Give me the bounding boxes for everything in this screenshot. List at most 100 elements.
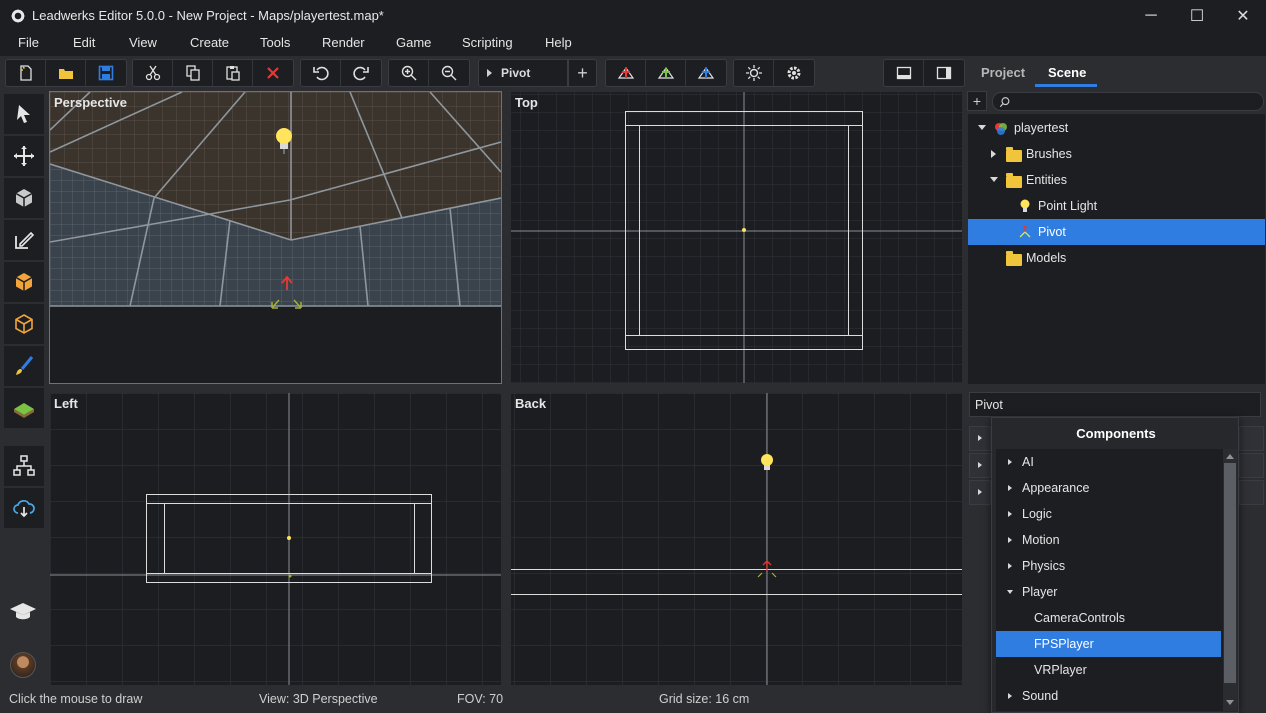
- copy-button[interactable]: [173, 60, 213, 86]
- scrollbar-thumb[interactable]: [1224, 463, 1236, 683]
- minimize-button[interactable]: ─: [1128, 0, 1174, 31]
- layout-side-button[interactable]: [924, 60, 964, 86]
- menu-tools[interactable]: Tools: [260, 35, 290, 50]
- chevron-down-icon[interactable]: [978, 125, 986, 130]
- left-viewport[interactable]: Left: [50, 393, 501, 685]
- tree-item-pivot[interactable]: Pivot: [968, 219, 1265, 245]
- axis-z-button[interactable]: [686, 60, 726, 86]
- maximize-button[interactable]: ☐: [1174, 0, 1220, 31]
- terrain-tool-button[interactable]: [4, 388, 44, 428]
- menu-help[interactable]: Help: [545, 35, 572, 50]
- tree-item-brushes[interactable]: Brushes: [968, 141, 1265, 167]
- component-expand-button[interactable]: [969, 480, 991, 505]
- delete-button[interactable]: [253, 60, 293, 86]
- tab-project[interactable]: Project: [981, 65, 1025, 80]
- viewport-label-top: Top: [515, 95, 538, 110]
- component-options-button[interactable]: [1239, 453, 1264, 478]
- move-tool-button[interactable]: [4, 136, 44, 176]
- component-label: Motion: [1022, 533, 1060, 547]
- tab-scene[interactable]: Scene: [1048, 65, 1086, 80]
- object-type-select[interactable]: Pivot: [478, 59, 568, 87]
- select-tool-button[interactable]: [4, 94, 44, 134]
- zoom-out-button[interactable]: [429, 60, 469, 86]
- learn-button[interactable]: [8, 600, 38, 624]
- component-fps-player[interactable]: FPSPlayer: [996, 631, 1221, 657]
- menu-scripting[interactable]: Scripting: [462, 35, 513, 50]
- scroll-down-icon[interactable]: [1224, 698, 1236, 708]
- menu-edit[interactable]: Edit: [73, 35, 95, 50]
- component-category-ai[interactable]: AI: [996, 449, 1221, 475]
- wire-box-tool-button[interactable]: [4, 304, 44, 344]
- component-category-sound[interactable]: Sound: [996, 683, 1221, 709]
- tree-item-models[interactable]: Models: [968, 245, 1265, 271]
- cut-button[interactable]: [133, 60, 173, 86]
- window-title: Leadwerks Editor 5.0.0 - New Project - M…: [32, 8, 384, 23]
- save-button[interactable]: [86, 60, 126, 86]
- redo-button[interactable]: [341, 60, 381, 86]
- cursor-arrow-icon: [17, 105, 30, 123]
- environment-button[interactable]: [734, 60, 774, 86]
- menu-view[interactable]: View: [129, 35, 157, 50]
- brush-box-tool-button[interactable]: [4, 262, 44, 302]
- light-marker[interactable]: [742, 228, 746, 232]
- paste-button[interactable]: [213, 60, 253, 86]
- tree-item-point-light[interactable]: Point Light: [968, 193, 1265, 219]
- folder-icon: [1006, 173, 1022, 188]
- chevron-down-icon[interactable]: [990, 177, 998, 182]
- paint-tool-button[interactable]: [4, 346, 44, 386]
- object-type-label: Pivot: [501, 66, 531, 80]
- entity-name-field[interactable]: Pivot: [969, 392, 1261, 417]
- scene-add-button[interactable]: +: [967, 91, 987, 111]
- menu-file[interactable]: File: [18, 35, 39, 50]
- search-icon: [999, 97, 1010, 108]
- cloud-download-button[interactable]: [4, 488, 44, 528]
- scroll-up-icon[interactable]: [1224, 451, 1236, 461]
- user-avatar[interactable]: [10, 652, 36, 678]
- object-tool-button[interactable]: [4, 178, 44, 218]
- component-category-physics[interactable]: Physics: [996, 553, 1221, 579]
- zoom-in-button[interactable]: [389, 60, 429, 86]
- component-options-button[interactable]: [1239, 480, 1264, 505]
- perspective-viewport[interactable]: Perspective: [49, 91, 502, 384]
- axis-y-icon: [657, 66, 674, 79]
- component-vr-player[interactable]: VRPlayer: [996, 657, 1221, 683]
- settings-button[interactable]: [774, 60, 814, 86]
- menu-create[interactable]: Create: [190, 35, 229, 50]
- chevron-right-icon[interactable]: [991, 150, 996, 158]
- add-object-button[interactable]: +: [568, 59, 597, 87]
- layout-side-icon: [936, 66, 952, 80]
- flowgraph-tool-button[interactable]: [4, 446, 44, 486]
- new-file-button[interactable]: [6, 60, 46, 86]
- component-category-player[interactable]: Player: [996, 579, 1221, 605]
- component-label: AI: [1022, 455, 1034, 469]
- tree-item-entities[interactable]: Entities: [968, 167, 1265, 193]
- undo-button[interactable]: [301, 60, 341, 86]
- scene-search-input[interactable]: [992, 92, 1264, 111]
- component-camera-controls[interactable]: CameraControls: [996, 605, 1221, 631]
- component-category-appearance[interactable]: Appearance: [996, 475, 1221, 501]
- component-options-button[interactable]: [1239, 426, 1264, 451]
- back-viewport[interactable]: Back: [511, 393, 962, 685]
- close-button[interactable]: ✕: [1220, 0, 1266, 31]
- back-view-grid: [511, 393, 962, 685]
- perspective-scene: [50, 92, 501, 383]
- tree-item-playertest[interactable]: playertest: [968, 115, 1265, 141]
- main-toolbar: Pivot +: [0, 56, 968, 90]
- tree-item-label: playertest: [1014, 121, 1069, 135]
- top-viewport[interactable]: Top: [511, 92, 962, 383]
- component-category-motion[interactable]: Motion: [996, 527, 1221, 553]
- component-label: Player: [1022, 585, 1058, 599]
- axis-y-button[interactable]: [646, 60, 686, 86]
- light-marker-left[interactable]: [287, 536, 291, 540]
- axis-x-button[interactable]: [606, 60, 646, 86]
- components-scrollbar[interactable]: [1223, 449, 1237, 711]
- edit-face-tool-button[interactable]: [4, 220, 44, 260]
- component-category-logic[interactable]: Logic: [996, 501, 1221, 527]
- open-file-button[interactable]: [46, 60, 86, 86]
- menu-game[interactable]: Game: [396, 35, 431, 50]
- component-expand-button[interactable]: [969, 426, 991, 451]
- component-expand-button[interactable]: [969, 453, 991, 478]
- menu-render[interactable]: Render: [322, 35, 365, 50]
- folder-icon: [1006, 251, 1022, 266]
- layout-bottom-button[interactable]: [884, 60, 924, 86]
